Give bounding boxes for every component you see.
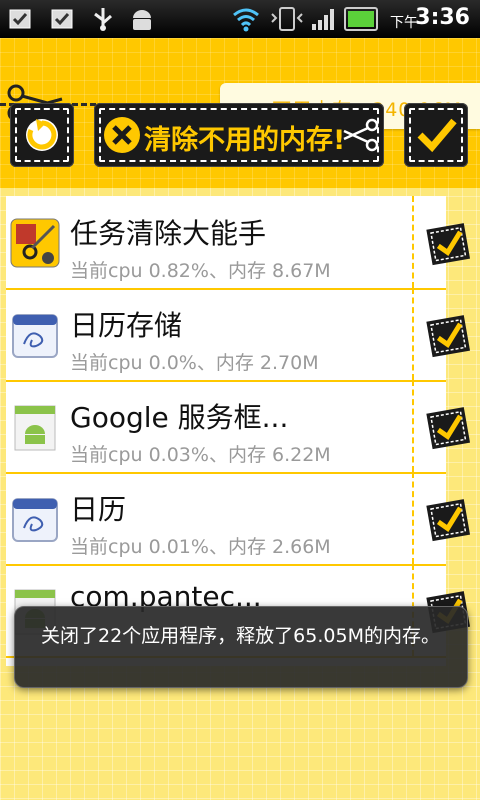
list-item[interactable]: 日历当前cpu 0.01%、内存 2.66M xyxy=(6,472,471,566)
clean-memory-label: 清除不用的内存! xyxy=(144,125,346,156)
checkbox-checked-icon xyxy=(426,315,471,358)
select-all-button[interactable] xyxy=(404,103,468,167)
row-divider xyxy=(412,472,414,564)
row-divider xyxy=(412,288,414,380)
list-item[interactable]: 任务清除大能手当前cpu 0.82%、内存 8.67M xyxy=(6,196,471,290)
wifi-icon xyxy=(233,8,259,32)
signal-strength-icon xyxy=(312,9,334,30)
app-checkbox[interactable] xyxy=(424,494,474,544)
app-name: 日历 xyxy=(70,493,127,526)
app-usage-stats: 当前cpu 0.03%、内存 6.22M xyxy=(70,444,331,466)
app-checkbox[interactable] xyxy=(424,310,474,360)
close-circle-icon xyxy=(104,117,140,153)
android-debug-icon xyxy=(133,10,151,30)
checklist-notification-icon xyxy=(9,9,31,29)
task-killer-icon xyxy=(10,218,60,268)
status-bar: 下午 3:36 xyxy=(0,0,480,38)
toast-text: 关闭了22个应用程序，释放了65.05M的内存。 xyxy=(41,625,440,647)
checkbox-checked-icon xyxy=(426,499,471,542)
row-divider xyxy=(412,380,414,472)
list-item[interactable]: 日历存储当前cpu 0.0%、内存 2.70M xyxy=(6,288,471,382)
list-item[interactable]: Google 服务框... 当前cpu 0.03%、内存 6.22M xyxy=(6,380,471,474)
row-divider xyxy=(412,196,414,288)
clean-memory-button[interactable]: 清除不用的内存! xyxy=(94,103,384,167)
checkbox-checked-icon xyxy=(426,407,471,450)
scissors-icon xyxy=(343,118,379,152)
vibrate-icon xyxy=(271,7,303,31)
app-checkbox[interactable] xyxy=(424,218,474,268)
app-name: Google 服务框... xyxy=(70,401,289,434)
status-ampm: 下午 xyxy=(390,15,418,31)
toast-message: 关闭了22个应用程序，释放了65.05M的内存。 xyxy=(14,606,468,688)
usb-icon xyxy=(94,8,112,31)
app-name: 日历存储 xyxy=(70,309,183,342)
checkbox-checked-icon xyxy=(426,223,471,266)
app-usage-stats: 当前cpu 0.01%、内存 2.66M xyxy=(70,536,331,558)
status-time: 3:36 xyxy=(415,5,470,30)
checklist-notification-icon xyxy=(51,9,73,29)
calendar-storage-icon xyxy=(10,310,60,360)
app-name: 任务清除大能手 xyxy=(70,217,267,250)
android-icon xyxy=(10,402,60,452)
app-usage-stats: 当前cpu 0.0%、内存 2.70M xyxy=(70,352,319,374)
app-list: 任务清除大能手 当前cpu 0.82%、内存 8.67M 日历存储 当前cpu 0.0… xyxy=(6,196,471,666)
checkmark-icon xyxy=(417,118,457,153)
app-checkbox[interactable] xyxy=(424,402,474,452)
battery-icon xyxy=(344,7,378,31)
app-usage-stats: 当前cpu 0.82%、内存 8.67M xyxy=(70,260,331,282)
refresh-icon xyxy=(26,119,58,151)
calendar-icon xyxy=(10,494,60,544)
refresh-button[interactable] xyxy=(10,103,74,167)
